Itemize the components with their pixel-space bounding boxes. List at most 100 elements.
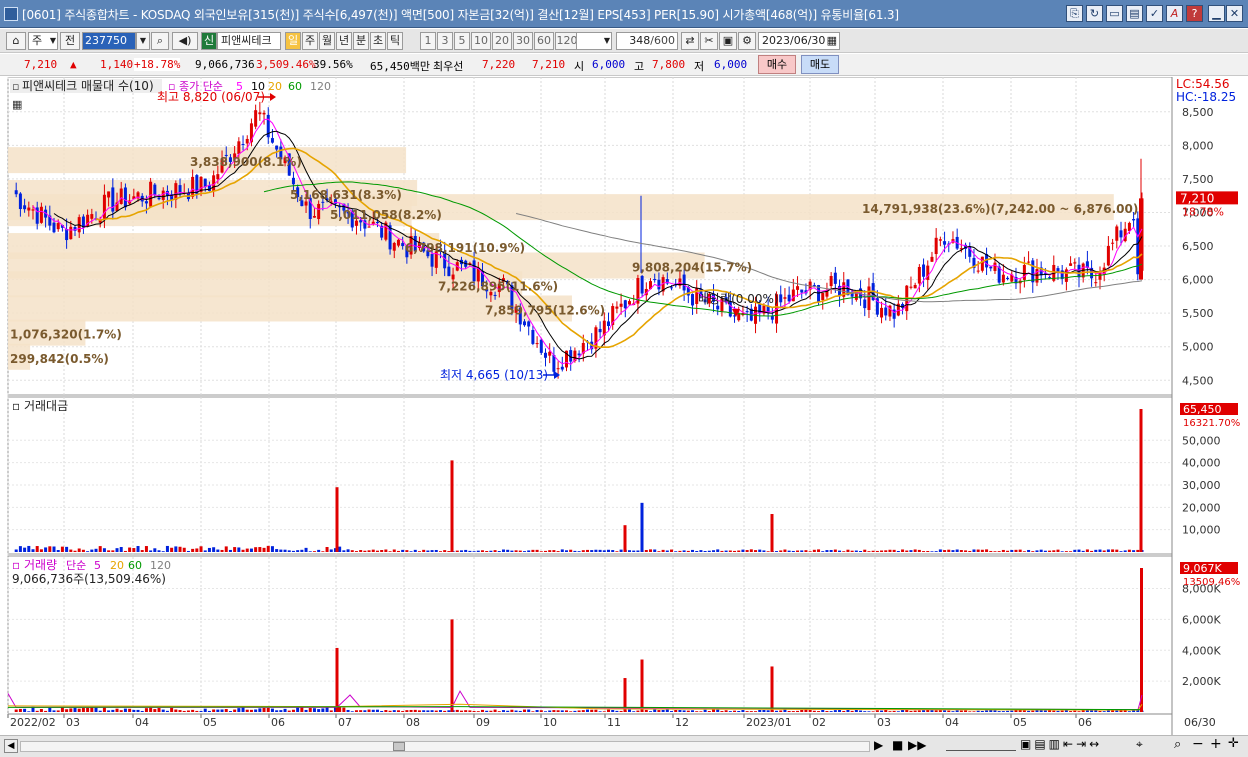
chart-area[interactable]: 2022/02 03 04 05 06 07 08 09 10 11 12 2023/01 02 03 04…	[0, 76, 1248, 735]
add-icon[interactable]: +	[1210, 736, 1222, 752]
period-tab-3[interactable]: 년	[336, 32, 352, 50]
interval-10[interactable]: 10	[471, 32, 491, 50]
interval-20[interactable]: 20	[492, 32, 512, 50]
candle-body	[245, 138, 249, 144]
zoom-slider[interactable]	[946, 740, 1016, 751]
candle-body	[275, 145, 279, 150]
low-note: 최저 4,665 (10/13)	[440, 368, 548, 382]
close-icon[interactable]: ✕	[1226, 5, 1243, 22]
interval-60[interactable]: 60	[534, 32, 554, 50]
period-tab-2[interactable]: 월	[319, 32, 335, 50]
period-tab-1[interactable]: 주	[302, 32, 318, 50]
candle-body	[934, 237, 938, 255]
date-input[interactable]: 2023/06/30 ▦	[758, 32, 840, 50]
volume-bar	[1081, 710, 1085, 712]
help-icon[interactable]: ?	[1186, 5, 1203, 22]
amount-bar	[896, 550, 900, 552]
amount-bar	[468, 550, 472, 552]
volume-bar	[174, 709, 178, 712]
expand-icon[interactable]: ✛	[1228, 736, 1239, 751]
hc-value: HC:-18.25	[1176, 90, 1236, 104]
tools-icon[interactable]: ⌖	[1136, 737, 1143, 752]
minus-icon[interactable]: −	[1192, 736, 1204, 752]
amount-bar	[329, 549, 333, 552]
amount-bar	[359, 550, 363, 552]
interval-input[interactable]: ▼	[576, 32, 612, 50]
search-icon[interactable]: ⌕	[151, 32, 169, 50]
volume-bar	[443, 710, 447, 712]
minimize-icon[interactable]: ▁	[1208, 5, 1225, 22]
interval-3[interactable]: 3	[437, 32, 453, 50]
candle-body	[1132, 219, 1136, 221]
interval-1[interactable]: 1	[420, 32, 436, 50]
calendar-icon[interactable]: ▦	[827, 33, 837, 49]
ma-legend-120: 120	[310, 80, 331, 93]
volume-bar	[665, 709, 669, 712]
sell-button[interactable]: 매도	[801, 55, 839, 74]
monitor-icon[interactable]: ▤	[1126, 5, 1143, 22]
data-count[interactable]: 348/600	[616, 32, 678, 50]
interval-30[interactable]: 30	[513, 32, 533, 50]
volume-bar	[980, 710, 984, 712]
volume-bar	[1127, 711, 1131, 712]
candle-body	[909, 286, 913, 288]
volume-spike-bar	[1140, 568, 1143, 712]
font-icon[interactable]: A	[1166, 5, 1183, 22]
lock-icon[interactable]: ⌂	[6, 32, 26, 50]
volume-profile-label: 299,842(0.5%)	[10, 352, 109, 366]
fast-forward-icon[interactable]: ▶▶	[908, 738, 926, 752]
refresh-icon[interactable]: ↻	[1086, 5, 1103, 22]
volume-bar	[480, 709, 484, 712]
stop-icon[interactable]: ■	[892, 738, 903, 752]
scroll-thumb[interactable]	[393, 742, 405, 751]
volume-bar	[905, 709, 909, 712]
save-icon[interactable]: ▣	[719, 32, 737, 50]
period-tab-4[interactable]: 분	[353, 32, 369, 50]
scroll-track[interactable]	[20, 741, 870, 752]
prev-button[interactable]: 전	[60, 32, 80, 50]
amount-bar	[581, 550, 585, 552]
volume-bar	[60, 707, 64, 712]
volume-bar	[985, 710, 989, 712]
open-price: 6,000	[592, 58, 626, 71]
candle-body	[237, 141, 241, 155]
amount-bar	[724, 550, 728, 552]
scroll-left-icon[interactable]: ◀	[4, 739, 18, 753]
period-select[interactable]: 주 ▼	[28, 32, 58, 50]
candle-body	[556, 368, 560, 370]
period-tab-6[interactable]: 틱	[387, 32, 403, 50]
candle-body	[829, 275, 833, 287]
candle-body	[922, 264, 926, 277]
volume-bar	[342, 707, 346, 712]
stock-chart[interactable]: 2022/02 03 04 05 06 07 08 09 10 11 12 2023/01 02 03 04…	[0, 76, 1248, 735]
play-icon[interactable]: ▶	[874, 738, 883, 752]
buy-button[interactable]: 매수	[758, 55, 796, 74]
speaker-icon[interactable]: ◀)	[172, 32, 198, 50]
amount-bar	[501, 549, 505, 552]
code-dropdown-icon[interactable]: ▼	[136, 32, 150, 50]
settings-icon[interactable]: ✓	[1146, 5, 1163, 22]
view-tools-icon[interactable]: ▣▤▥⇤⇥↔	[1020, 737, 1102, 751]
gear-icon[interactable]: ⚙	[738, 32, 756, 50]
period-tab-5[interactable]: 초	[370, 32, 386, 50]
tool-icon[interactable]: ✂	[700, 32, 718, 50]
window-icon[interactable]: ▭	[1106, 5, 1123, 22]
x-tick-label: 10	[543, 716, 557, 729]
link-icon[interactable]: ⎘	[1066, 5, 1083, 22]
amount-bar	[993, 551, 997, 552]
stock-code-input[interactable]: 237750	[82, 32, 136, 50]
amount-bar	[18, 546, 22, 552]
candle-body	[640, 275, 644, 294]
nav-icon[interactable]: ⇄	[681, 32, 699, 50]
candle-body	[174, 183, 178, 200]
volume-bar	[86, 707, 90, 712]
volume-bar	[762, 710, 766, 712]
period-tab-0[interactable]: 일	[285, 32, 301, 50]
amount-bar	[930, 551, 934, 552]
interval-5[interactable]: 5	[454, 32, 470, 50]
candle-body	[930, 256, 934, 262]
zoom-in-icon[interactable]: ⌕	[1174, 737, 1181, 752]
candle-body	[262, 112, 266, 115]
volume-bar	[938, 710, 942, 712]
amount-bar	[384, 549, 388, 552]
